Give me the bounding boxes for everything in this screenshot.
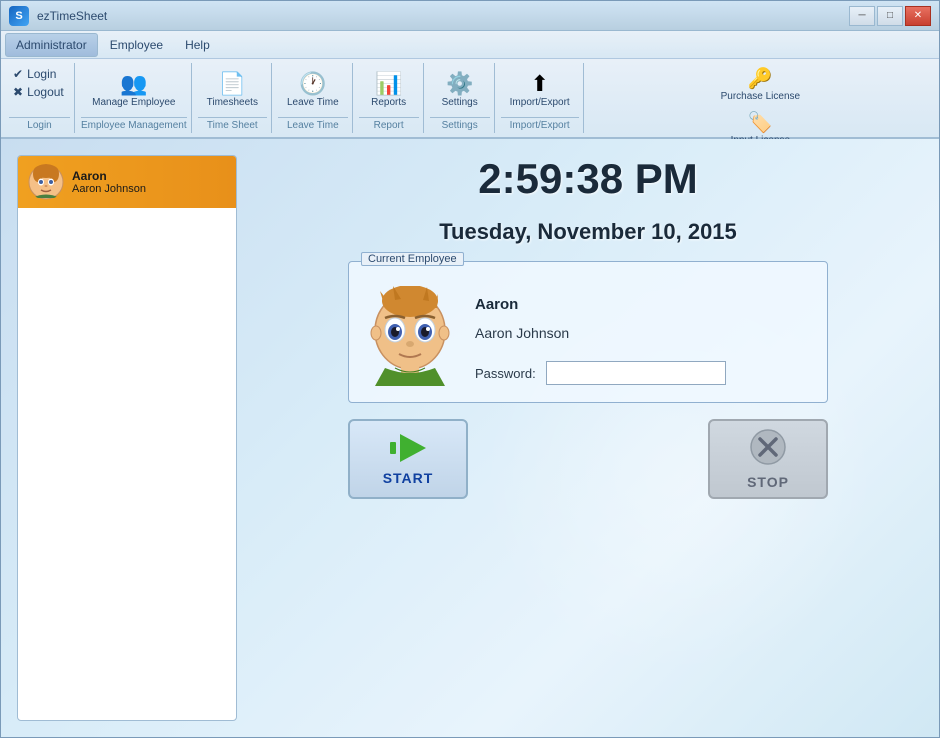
time-display: 2:59:38 PM [478, 155, 697, 203]
toolbar-section-import-export: ⬆ Import/Export Import/Export [497, 63, 584, 133]
stop-icon [750, 429, 786, 468]
app-icon: S [9, 6, 29, 26]
manage-employee-icon: 👥 [120, 73, 147, 95]
menu-item-administrator[interactable]: Administrator [5, 33, 98, 57]
toolbar-section-top: 👥 Manage Employee [81, 63, 187, 117]
password-input[interactable] [546, 361, 726, 385]
close-button[interactable]: ✕ [905, 6, 931, 26]
menu-item-help[interactable]: Help [175, 34, 220, 56]
title-bar-left: S ezTimeSheet [9, 6, 107, 26]
check-icon: ✔ [13, 67, 23, 81]
stop-label: STOP [747, 474, 789, 490]
leave-time-button[interactable]: 🕐 Leave Time [278, 68, 348, 113]
toolbar-section-top-import: ⬆ Import/Export [501, 63, 579, 117]
toolbar: ✔ Login ✖ Logout Login 👥 Manage Employee… [1, 59, 939, 139]
menu-item-employee[interactable]: Employee [100, 34, 173, 56]
settings-icon: ⚙️ [446, 73, 473, 95]
employee-list: Aaron Aaron Johnson [17, 155, 237, 721]
employee-card: Current Employee [348, 261, 828, 403]
window-title: ezTimeSheet [37, 9, 107, 23]
employee-short-name: Aaron [72, 169, 146, 183]
toolbar-section-top-timesheets: 📄 Timesheets [198, 63, 267, 117]
license-section: 🔑 Purchase License 🏷️ Input License Lice… [586, 63, 935, 133]
title-bar-controls: ─ □ ✕ [849, 6, 931, 26]
password-row: Password: [475, 361, 811, 385]
timesheets-icon: 📄 [219, 73, 246, 95]
toolbar-section-top-settings: ⚙️ Settings [430, 63, 490, 117]
import-export-label: Import/Export [501, 117, 579, 133]
manage-employee-button[interactable]: 👥 Manage Employee [83, 68, 184, 113]
main-content: Aaron Aaron Johnson 2:59:38 PM Tuesday, … [1, 139, 939, 737]
employee-card-title: Current Employee [361, 252, 464, 266]
login-group-label: Login [9, 117, 70, 131]
login-button[interactable]: ✔ Login [9, 65, 70, 83]
password-label: Password: [475, 366, 536, 381]
toolbar-section-settings: ⚙️ Settings Settings [426, 63, 495, 133]
maximize-button[interactable]: □ [877, 6, 903, 26]
stop-button[interactable]: STOP [708, 419, 828, 499]
title-bar: S ezTimeSheet ─ □ ✕ [1, 1, 939, 31]
minimize-button[interactable]: ─ [849, 6, 875, 26]
reports-button[interactable]: 📊 Reports [359, 68, 419, 113]
reports-label: Report [359, 117, 419, 133]
employee-card-content: Aaron Aaron Johnson Password: [365, 286, 811, 386]
login-group: ✔ Login ✖ Logout Login [5, 63, 75, 133]
toolbar-section-employee-management: 👥 Manage Employee Employee Management [77, 63, 192, 133]
toolbar-section-leave-time: 🕐 Leave Time Leave Time [274, 63, 353, 133]
employee-card-info: Aaron Aaron Johnson Password: [475, 286, 811, 385]
employee-management-label: Employee Management [81, 117, 187, 133]
employee-card-avatar [365, 286, 455, 386]
logout-button[interactable]: ✖ Logout [9, 83, 70, 101]
card-employee-short-name: Aaron [475, 296, 811, 313]
timesheets-label: Time Sheet [198, 117, 267, 133]
purchase-license-button[interactable]: 🔑 Purchase License [714, 63, 808, 105]
employee-list-item[interactable]: Aaron Aaron Johnson [18, 156, 236, 208]
employee-list-avatar [28, 164, 64, 200]
menu-bar: Administrator Employee Help [1, 31, 939, 59]
purchase-license-icon: 🔑 [748, 66, 773, 91]
center-content: 2:59:38 PM Tuesday, November 10, 2015 Cu… [253, 155, 923, 721]
toolbar-section-timesheets: 📄 Timesheets Time Sheet [194, 63, 272, 133]
leave-time-label: Leave Time [278, 117, 348, 133]
x-icon: ✖ [13, 85, 23, 99]
settings-button[interactable]: ⚙️ Settings [430, 68, 490, 113]
date-display: Tuesday, November 10, 2015 [439, 219, 737, 245]
card-employee-full-name: Aaron Johnson [475, 325, 811, 341]
employee-full-name: Aaron Johnson [72, 183, 146, 195]
start-button[interactable]: START [348, 419, 468, 499]
employee-info: Aaron Aaron Johnson [72, 169, 146, 195]
toolbar-section-top-reports: 📊 Reports [359, 63, 419, 117]
input-license-icon: 🏷️ [748, 110, 773, 135]
leave-time-icon: 🕐 [299, 73, 326, 95]
license-top: 🔑 Purchase License 🏷️ Input License [590, 63, 931, 149]
import-export-icon: ⬆ [530, 73, 548, 95]
toolbar-section-reports: 📊 Reports Report [355, 63, 424, 133]
main-window: S ezTimeSheet ─ □ ✕ Administrator Employ… [0, 0, 940, 738]
import-export-button[interactable]: ⬆ Import/Export [501, 68, 579, 113]
settings-label: Settings [430, 117, 490, 133]
start-label: START [383, 470, 434, 486]
reports-icon: 📊 [375, 73, 402, 95]
timesheets-button[interactable]: 📄 Timesheets [198, 68, 267, 113]
start-icon [388, 432, 428, 464]
action-buttons: START STOP [348, 419, 828, 499]
toolbar-section-top-leave: 🕐 Leave Time [278, 63, 348, 117]
